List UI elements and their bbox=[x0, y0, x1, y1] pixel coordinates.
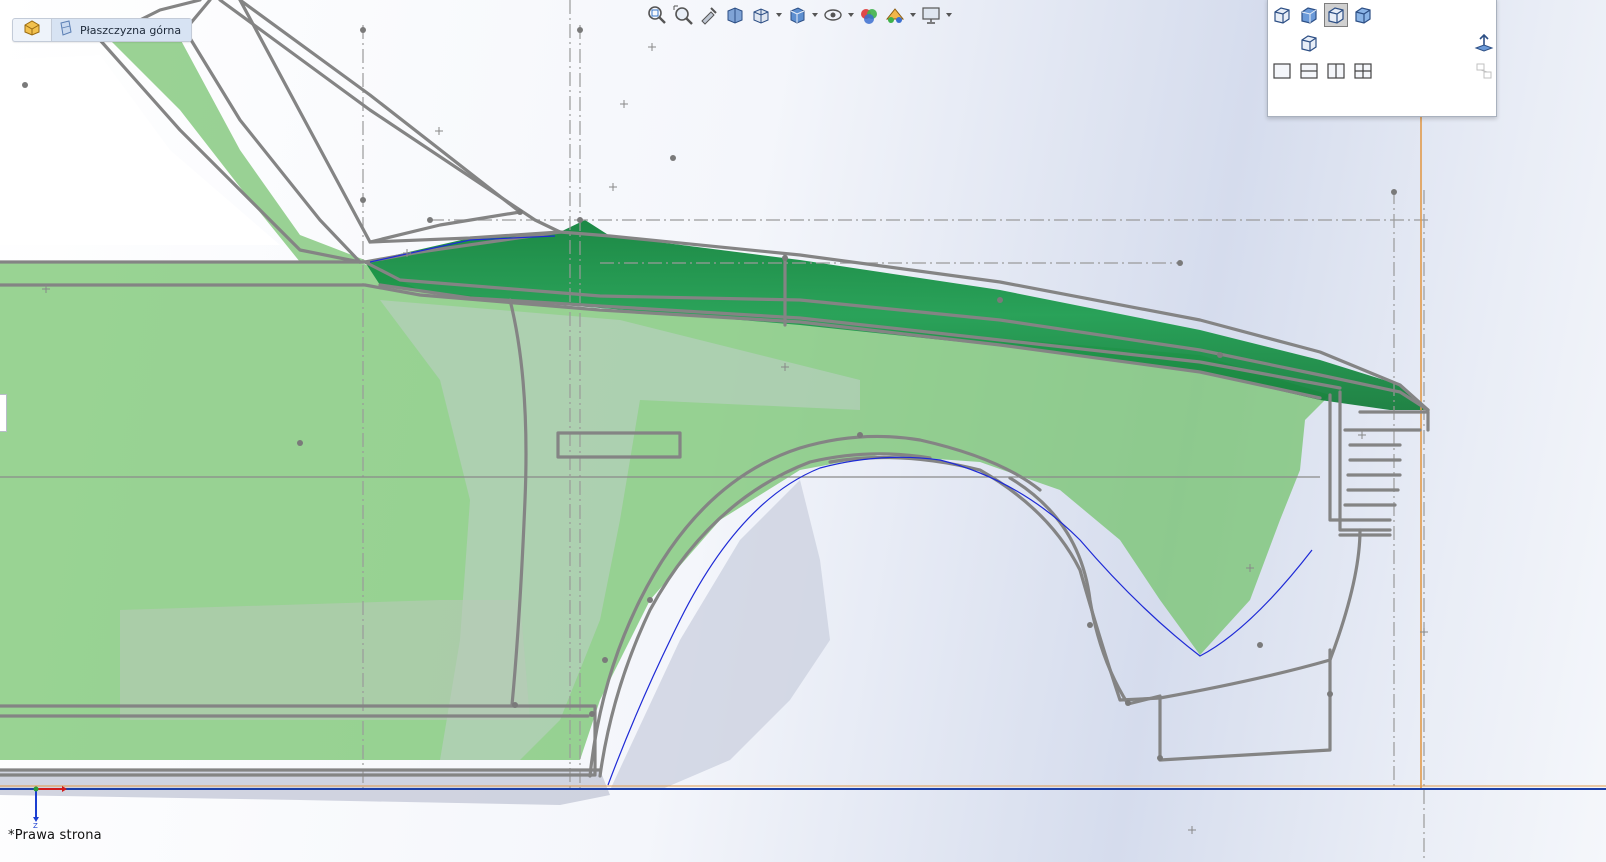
two-view-horizontal-icon[interactable] bbox=[1297, 59, 1321, 83]
scan-rocker-gray bbox=[120, 600, 530, 720]
zoom-to-area-icon[interactable] bbox=[671, 4, 695, 26]
display-style-icon[interactable] bbox=[821, 4, 845, 26]
view-orientation-icon[interactable] bbox=[785, 4, 809, 26]
view-orientation-dropdown[interactable] bbox=[811, 4, 819, 26]
graphics-area[interactable] bbox=[0, 0, 1606, 862]
view-cube-icon[interactable] bbox=[1297, 31, 1321, 55]
section-view-icon[interactable] bbox=[723, 4, 747, 26]
dynamic-annotation-views-icon[interactable] bbox=[749, 4, 773, 26]
heads-up-view-toolbar bbox=[645, 4, 953, 26]
hide-show-items-icon[interactable] bbox=[857, 4, 881, 26]
breadcrumb-plane-label: Płaszczyzna górna bbox=[80, 23, 182, 37]
link-views-icon[interactable] bbox=[1472, 59, 1496, 83]
reference-triad: Z bbox=[28, 783, 68, 830]
single-view-icon[interactable] bbox=[1270, 59, 1294, 83]
breadcrumb-plane[interactable]: Płaszczyzna górna bbox=[52, 19, 192, 41]
view-selector-icon[interactable] bbox=[1472, 31, 1496, 55]
view-orientation-palette bbox=[1267, 0, 1497, 117]
apply-scene-dropdown[interactable] bbox=[909, 4, 917, 26]
two-view-vertical-icon[interactable] bbox=[1324, 59, 1348, 83]
previous-view-icon[interactable] bbox=[697, 4, 721, 26]
zoom-to-fit-icon[interactable] bbox=[645, 4, 669, 26]
part-icon bbox=[23, 20, 41, 40]
normal-to-view-icon[interactable] bbox=[1351, 3, 1375, 27]
trimetric-view-icon[interactable] bbox=[1297, 3, 1321, 27]
dimetric-view-icon[interactable] bbox=[1324, 3, 1348, 27]
dynamic-annotation-dropdown[interactable] bbox=[775, 4, 783, 26]
display-style-dropdown[interactable] bbox=[847, 4, 855, 26]
breadcrumb[interactable]: Płaszczyzna górna bbox=[12, 18, 193, 42]
feature-manager-collapse-tab[interactable] bbox=[0, 394, 7, 432]
isometric-view-icon[interactable] bbox=[1270, 3, 1294, 27]
view-orientation-label: *Prawa strona bbox=[8, 828, 102, 843]
breadcrumb-part[interactable] bbox=[13, 19, 52, 41]
four-view-icon[interactable] bbox=[1351, 59, 1375, 83]
model-canvas[interactable] bbox=[0, 0, 1606, 862]
view-settings-dropdown[interactable] bbox=[945, 4, 953, 26]
edit-appearance-icon[interactable] bbox=[883, 4, 907, 26]
view-settings-icon[interactable] bbox=[919, 4, 943, 26]
plane-icon bbox=[58, 20, 74, 40]
